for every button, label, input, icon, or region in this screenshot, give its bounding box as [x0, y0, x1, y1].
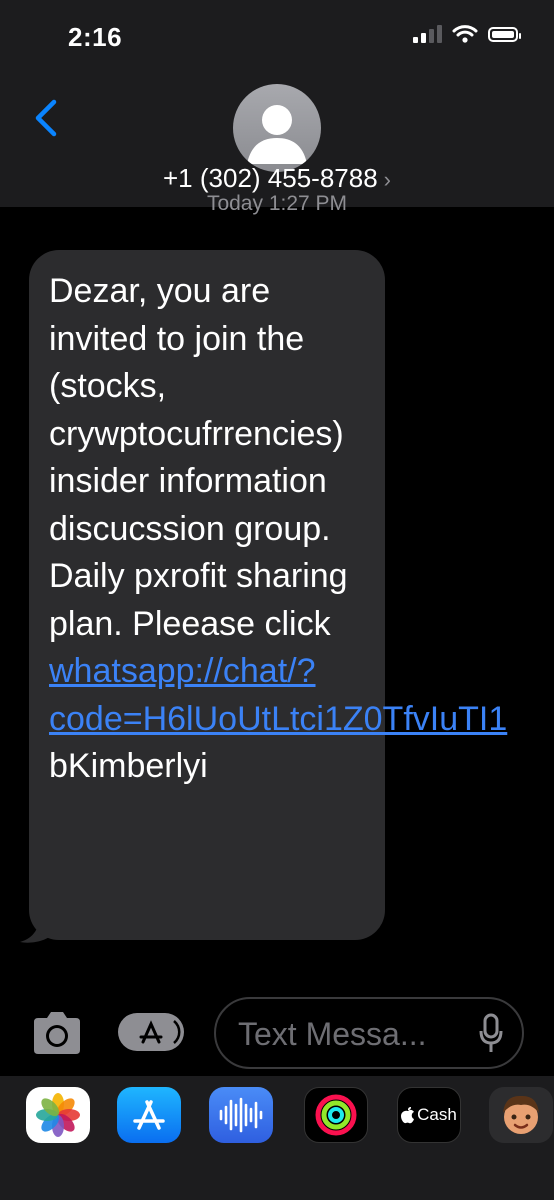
- cellular-signal-icon: [413, 25, 442, 43]
- contact-number: +1 (302) 455-8788: [163, 163, 378, 193]
- message-input-field[interactable]: [214, 997, 524, 1069]
- memoji-icon[interactable]: [489, 1087, 553, 1143]
- back-chevron-icon[interactable]: [28, 98, 68, 138]
- photos-icon[interactable]: [26, 1087, 90, 1143]
- message-bubble[interactable]: Dezar, you are invited to join the (stoc…: [29, 250, 507, 940]
- chevron-right-icon: ›: [383, 167, 391, 192]
- conversation-header: 2:16 +1 (302) 455-8788 ›: [0, 0, 554, 207]
- contact-avatar[interactable]: [233, 84, 321, 172]
- app-store-icon[interactable]: [117, 1087, 181, 1143]
- app-store-button[interactable]: [118, 1013, 184, 1051]
- photos-petals: [36, 1093, 80, 1137]
- app-store-a-glyph: [133, 1100, 165, 1130]
- app-store-glyph-icon: [139, 1020, 181, 1044]
- cash-label: Cash: [417, 1105, 457, 1124]
- memoji-face: [503, 1095, 539, 1134]
- waveform-glyph: [219, 1097, 263, 1133]
- wifi-icon: [452, 25, 478, 43]
- audio-message-icon[interactable]: [209, 1087, 273, 1143]
- text-message-input[interactable]: [236, 1013, 470, 1055]
- message-link[interactable]: whatsapp://chat/?code=H6lUoUtLtci1Z0TfvI…: [49, 652, 507, 738]
- status-icons: [413, 24, 521, 44]
- activity-icon[interactable]: [304, 1087, 368, 1143]
- microphone-icon[interactable]: [478, 1013, 504, 1055]
- contact-name-button[interactable]: +1 (302) 455-8788 ›: [0, 163, 554, 194]
- message-text: Dezar, you are invited to join the (stoc…: [49, 272, 348, 643]
- apple-cash-icon[interactable]: Cash: [397, 1087, 461, 1143]
- message-signature: bKimberlyi: [49, 747, 208, 785]
- status-time: 2:16: [68, 22, 123, 52]
- person-silhouette-icon: [247, 105, 307, 164]
- apple-logo-icon: [401, 1106, 415, 1123]
- battery-icon: [488, 26, 521, 42]
- camera-icon[interactable]: [30, 1010, 84, 1056]
- activity-rings: [315, 1094, 357, 1136]
- message-timestamp: Today 1:27 PM: [206, 192, 348, 215]
